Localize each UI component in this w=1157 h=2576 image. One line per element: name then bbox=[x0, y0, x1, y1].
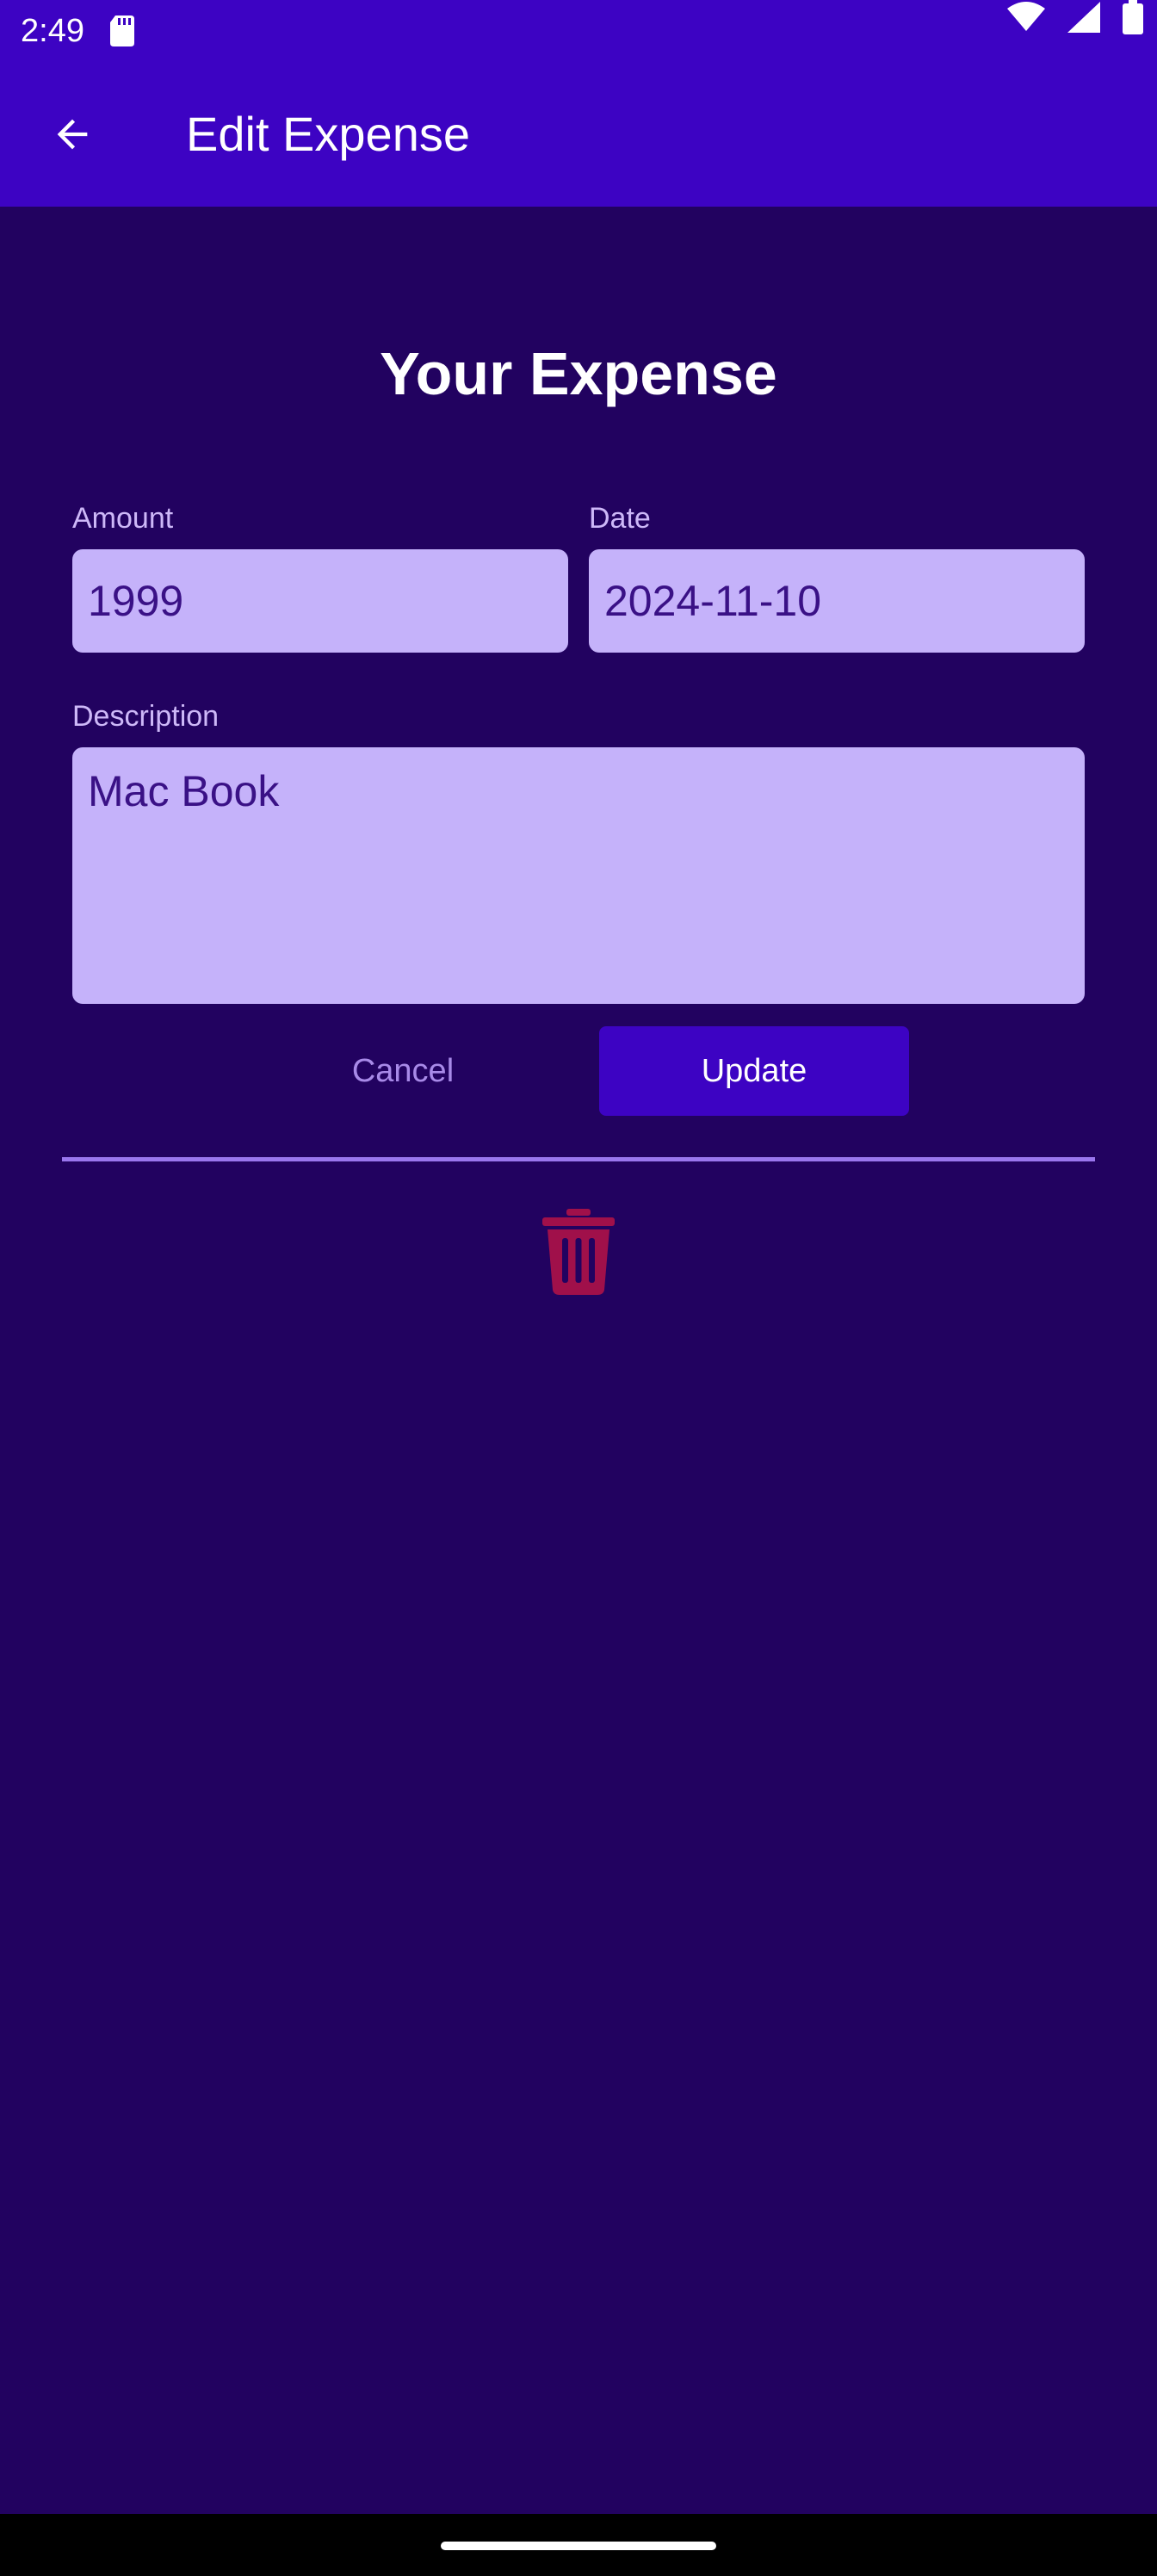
arrow-back-icon bbox=[57, 119, 88, 150]
date-label: Date bbox=[589, 502, 651, 535]
signal-icon bbox=[1067, 2, 1100, 33]
status-time: 2:49 bbox=[21, 13, 84, 49]
description-label: Description bbox=[72, 700, 220, 733]
home-indicator[interactable] bbox=[441, 2542, 716, 2550]
edit-expense-screen: 2:49 Edit Expense Your Expense Amount 19… bbox=[0, 0, 1157, 2576]
trash-icon bbox=[542, 1209, 615, 1295]
wifi-icon bbox=[1007, 2, 1045, 33]
date-input[interactable] bbox=[589, 549, 1085, 653]
amount-label: Amount bbox=[72, 502, 174, 535]
description-input[interactable]: Mac Book bbox=[72, 747, 1085, 1004]
cancel-button[interactable]: Cancel bbox=[310, 1026, 496, 1116]
app-bar: Edit Expense bbox=[0, 62, 1157, 207]
status-bar: 2:49 bbox=[0, 0, 1157, 62]
sd-card-icon bbox=[110, 15, 134, 46]
divider bbox=[62, 1157, 1095, 1161]
delete-button[interactable] bbox=[534, 1202, 623, 1302]
back-button[interactable] bbox=[31, 93, 114, 176]
form-heading: Your Expense bbox=[380, 340, 777, 407]
amount-input[interactable] bbox=[72, 549, 568, 653]
page-title: Edit Expense bbox=[186, 107, 470, 161]
update-button[interactable]: Update bbox=[599, 1026, 909, 1116]
battery-icon bbox=[1123, 0, 1143, 34]
